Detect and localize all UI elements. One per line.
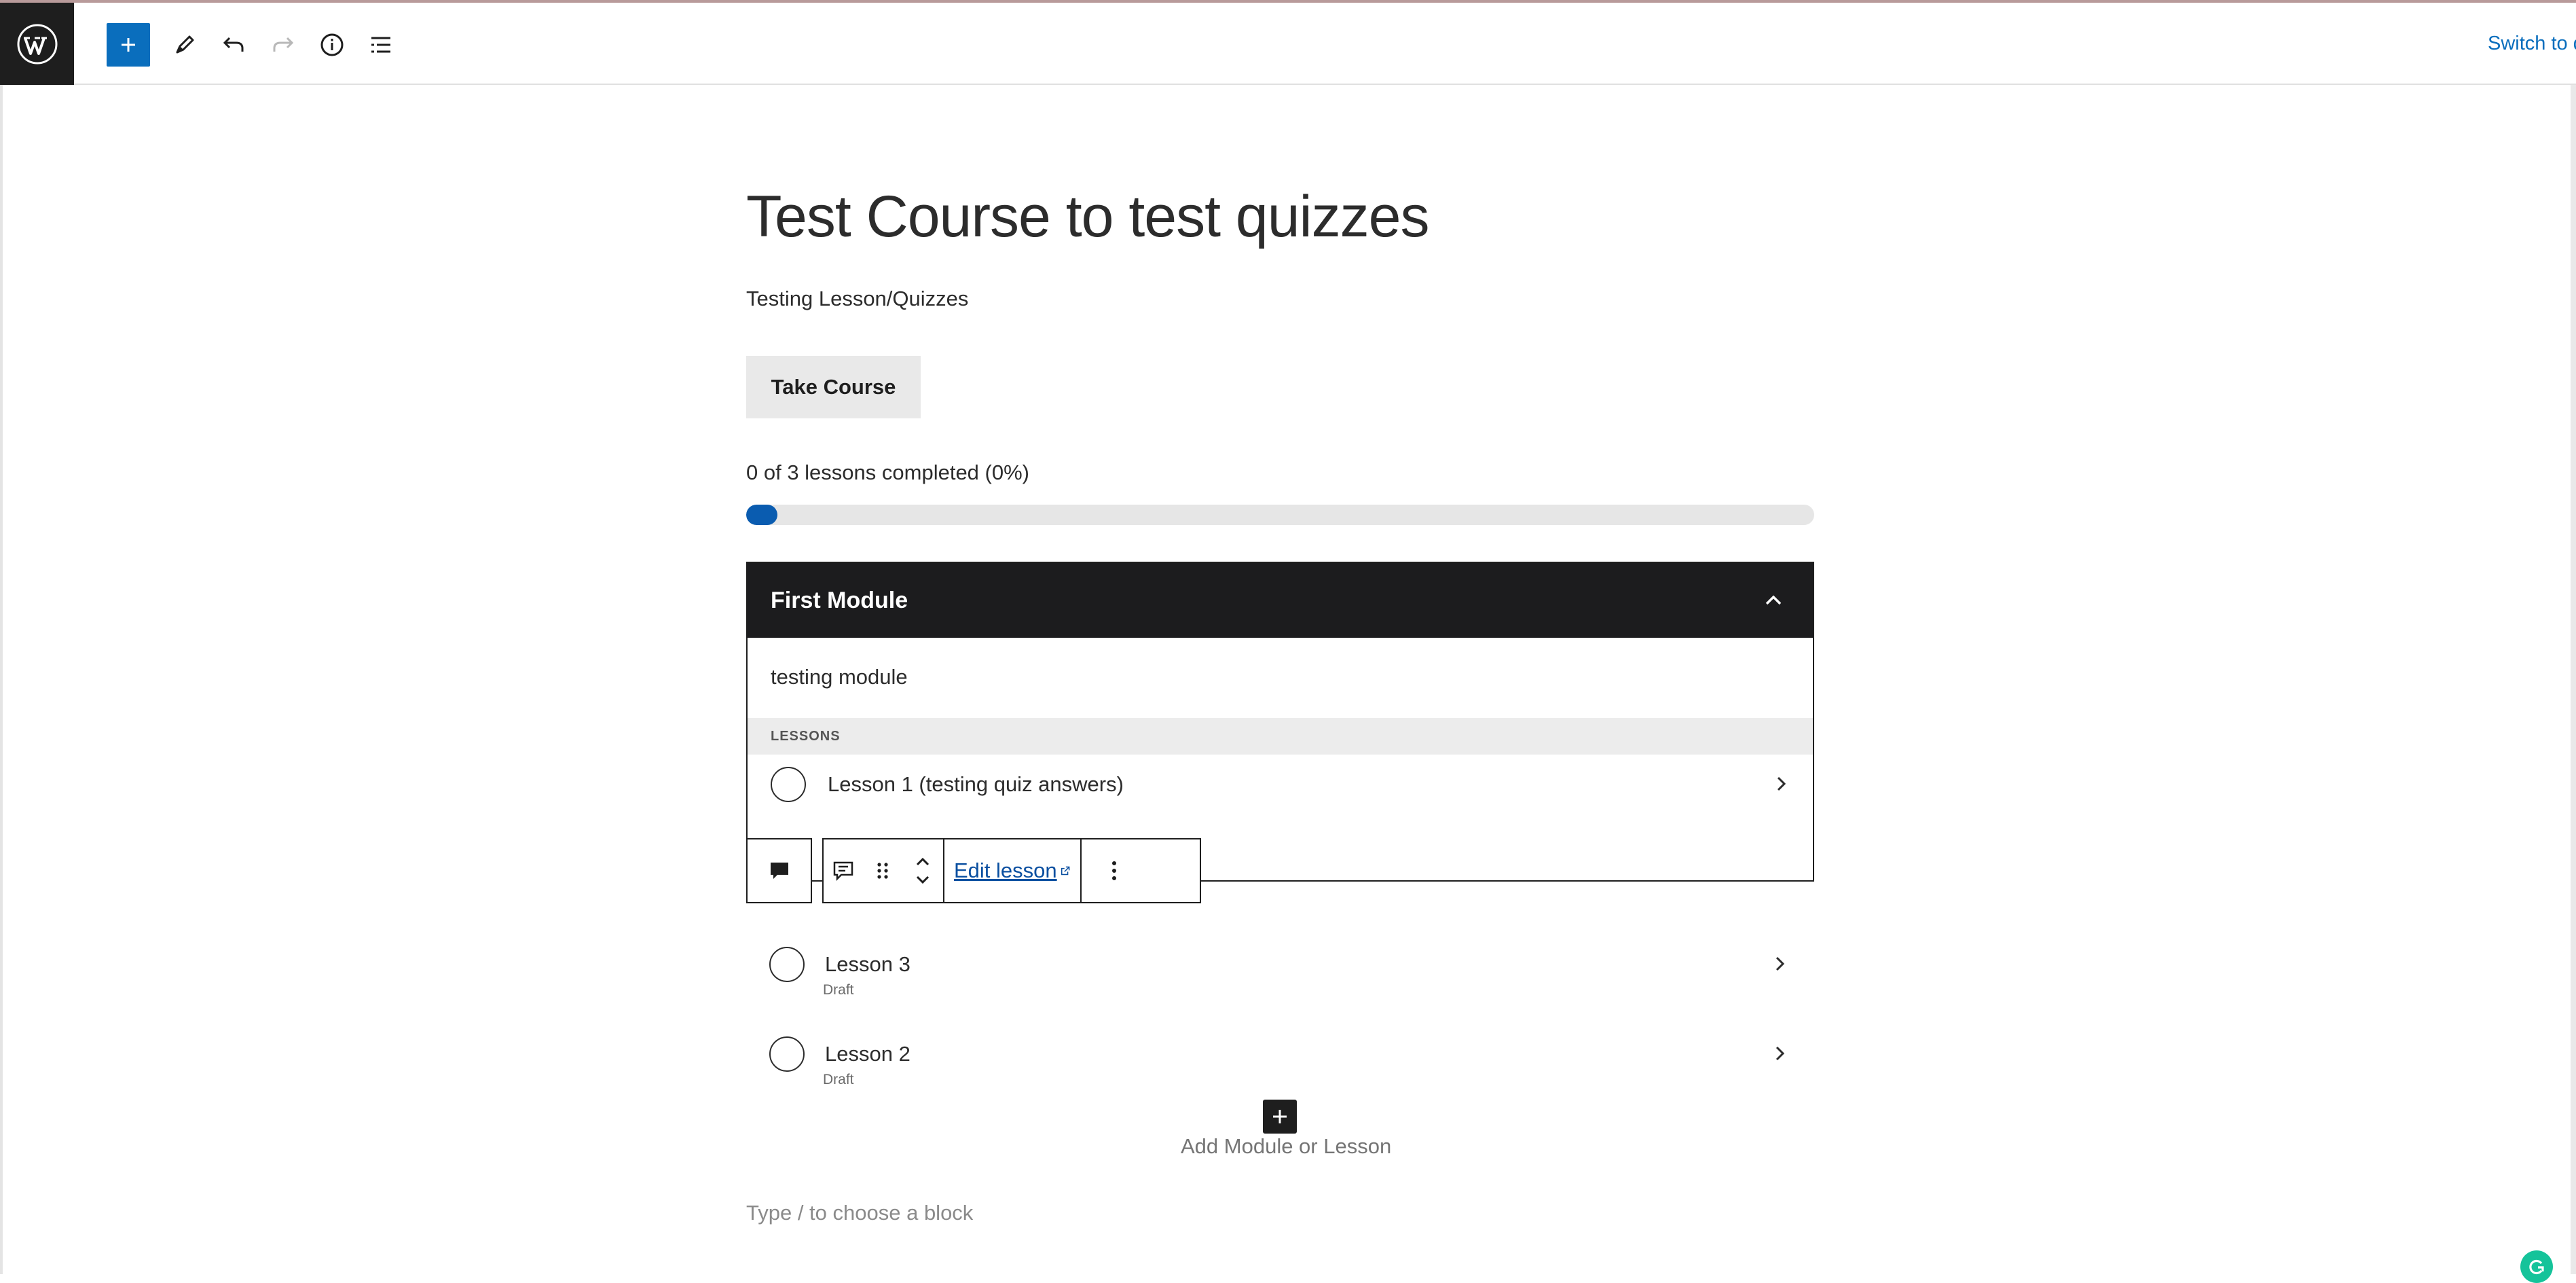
add-module-or-lesson-button[interactable] [1263, 1100, 1297, 1134]
block-type-button[interactable] [748, 839, 811, 902]
add-module-or-lesson-label[interactable]: Add Module or Lesson [1181, 1134, 1391, 1159]
progress-bar-fill [746, 505, 777, 525]
editor-top-toolbar: Switch to draft [0, 0, 2576, 85]
lesson-title[interactable]: Lesson 1 (testing quiz answers) [828, 772, 1124, 797]
lesson-title[interactable]: Lesson 2 [825, 1042, 910, 1066]
chevron-right-icon [1777, 776, 1786, 791]
drag-handle-button[interactable] [863, 839, 902, 902]
course-subtitle[interactable]: Testing Lesson/Quizzes [746, 287, 968, 311]
details-button[interactable] [310, 23, 354, 67]
edit-lesson-link[interactable]: Edit lesson [944, 839, 1080, 902]
block-options-button[interactable] [1082, 839, 1147, 902]
info-icon [320, 33, 344, 56]
lesson-status-circle-icon [771, 767, 806, 802]
progress-bar [746, 505, 1814, 525]
redo-icon [273, 37, 294, 52]
block-placeholder[interactable]: Type / to choose a block [746, 1201, 973, 1225]
chevron-down-icon[interactable] [913, 874, 933, 886]
module-description[interactable]: testing module [771, 665, 908, 689]
progress-text: 0 of 3 lessons completed (0%) [746, 460, 1029, 484]
chevron-up-icon[interactable] [1761, 588, 1786, 613]
take-course-button[interactable]: Take Course [746, 356, 921, 418]
lesson-draft-badge: Draft [823, 1072, 854, 1087]
chevron-right-icon [1775, 1046, 1785, 1061]
list-view-button[interactable] [359, 23, 403, 67]
lesson-status-circle-icon [769, 1036, 805, 1072]
plus-icon [1273, 1110, 1287, 1123]
module-header[interactable]: First Module [748, 563, 1813, 638]
module-block[interactable]: First Module testing module LESSONS Less… [746, 562, 1814, 882]
scrollbar[interactable] [2571, 85, 2576, 1274]
undo-icon [223, 37, 244, 52]
lesson-icon [833, 861, 853, 882]
lesson-block-icon [770, 863, 788, 879]
more-vertical-icon [1112, 861, 1116, 880]
add-block-button[interactable] [107, 23, 150, 67]
edit-lesson-label[interactable]: Edit lesson [954, 859, 1057, 883]
external-link-icon [1061, 866, 1070, 875]
lessons-header: LESSONS [748, 718, 1813, 755]
tools-button[interactable] [163, 23, 206, 67]
lesson-item[interactable]: Lesson 3 Draft [746, 932, 1814, 998]
chevron-right-icon [1775, 956, 1785, 971]
chevron-up-icon[interactable] [913, 855, 933, 867]
mover-controls [902, 839, 943, 902]
lesson-title[interactable]: Lesson 3 [825, 952, 910, 977]
module-title[interactable]: First Module [771, 588, 908, 614]
redo-button[interactable] [261, 23, 305, 67]
drag-handle-icon [877, 863, 888, 879]
page-title[interactable]: Test Course to test quizzes [746, 183, 1429, 251]
list-view-icon [371, 37, 390, 53]
pencil-icon [176, 35, 194, 54]
lesson-status-circle-icon [769, 947, 805, 982]
wordpress-logo-icon[interactable] [0, 3, 74, 85]
lessons-header-label: LESSONS [771, 728, 841, 744]
lesson-item[interactable]: Lesson 2 Draft [746, 1022, 1814, 1087]
switch-to-draft-link[interactable]: Switch to draft [2488, 33, 2576, 55]
block-toolbar: Edit lesson [822, 838, 1201, 903]
grammarly-icon[interactable] [2520, 1250, 2553, 1283]
undo-button[interactable] [212, 23, 255, 67]
transform-button[interactable] [824, 839, 863, 902]
block-type-toolbar [746, 838, 812, 903]
lesson-item[interactable]: Lesson 1 (testing quiz answers) [748, 752, 1816, 813]
lesson-draft-badge: Draft [823, 982, 854, 998]
